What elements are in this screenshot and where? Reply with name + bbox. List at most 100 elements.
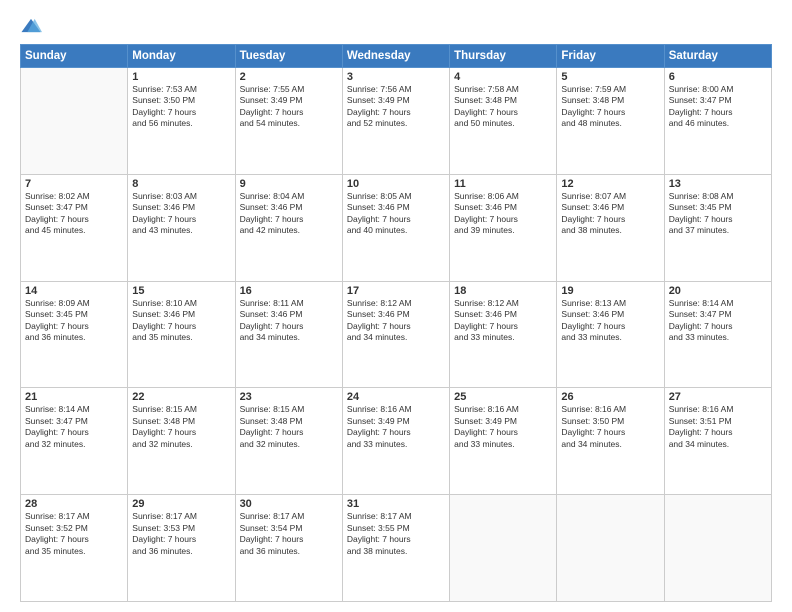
day-info: Sunrise: 8:17 AMSunset: 3:55 PMDaylight:… — [347, 511, 445, 557]
calendar-cell: 11Sunrise: 8:06 AMSunset: 3:46 PMDayligh… — [450, 174, 557, 281]
calendar-week-row: 7Sunrise: 8:02 AMSunset: 3:47 PMDaylight… — [21, 174, 772, 281]
day-number: 5 — [561, 71, 659, 83]
calendar-cell: 22Sunrise: 8:15 AMSunset: 3:48 PMDayligh… — [128, 388, 235, 495]
day-number: 29 — [132, 498, 230, 510]
calendar-header-thursday: Thursday — [450, 45, 557, 68]
day-info: Sunrise: 8:14 AMSunset: 3:47 PMDaylight:… — [25, 404, 123, 450]
calendar-week-row: 1Sunrise: 7:53 AMSunset: 3:50 PMDaylight… — [21, 68, 772, 175]
day-number: 26 — [561, 391, 659, 403]
day-number: 13 — [669, 178, 767, 190]
day-number: 10 — [347, 178, 445, 190]
day-number: 9 — [240, 178, 338, 190]
day-info: Sunrise: 8:16 AMSunset: 3:49 PMDaylight:… — [454, 404, 552, 450]
calendar-week-row: 14Sunrise: 8:09 AMSunset: 3:45 PMDayligh… — [21, 281, 772, 388]
calendar-header-monday: Monday — [128, 45, 235, 68]
calendar-header-sunday: Sunday — [21, 45, 128, 68]
day-info: Sunrise: 8:16 AMSunset: 3:50 PMDaylight:… — [561, 404, 659, 450]
day-info: Sunrise: 8:03 AMSunset: 3:46 PMDaylight:… — [132, 191, 230, 237]
calendar-header-saturday: Saturday — [664, 45, 771, 68]
calendar-cell: 19Sunrise: 8:13 AMSunset: 3:46 PMDayligh… — [557, 281, 664, 388]
day-number: 25 — [454, 391, 552, 403]
day-info: Sunrise: 8:10 AMSunset: 3:46 PMDaylight:… — [132, 298, 230, 344]
day-number: 20 — [669, 285, 767, 297]
calendar-header-friday: Friday — [557, 45, 664, 68]
calendar-cell: 25Sunrise: 8:16 AMSunset: 3:49 PMDayligh… — [450, 388, 557, 495]
day-info: Sunrise: 8:00 AMSunset: 3:47 PMDaylight:… — [669, 84, 767, 130]
day-info: Sunrise: 7:55 AMSunset: 3:49 PMDaylight:… — [240, 84, 338, 130]
day-number: 21 — [25, 391, 123, 403]
day-number: 12 — [561, 178, 659, 190]
calendar-cell: 14Sunrise: 8:09 AMSunset: 3:45 PMDayligh… — [21, 281, 128, 388]
calendar-cell: 24Sunrise: 8:16 AMSunset: 3:49 PMDayligh… — [342, 388, 449, 495]
calendar-week-row: 21Sunrise: 8:14 AMSunset: 3:47 PMDayligh… — [21, 388, 772, 495]
calendar-cell: 16Sunrise: 8:11 AMSunset: 3:46 PMDayligh… — [235, 281, 342, 388]
day-number: 16 — [240, 285, 338, 297]
day-number: 22 — [132, 391, 230, 403]
calendar-cell: 30Sunrise: 8:17 AMSunset: 3:54 PMDayligh… — [235, 495, 342, 602]
day-number: 17 — [347, 285, 445, 297]
calendar-cell: 13Sunrise: 8:08 AMSunset: 3:45 PMDayligh… — [664, 174, 771, 281]
calendar-header-tuesday: Tuesday — [235, 45, 342, 68]
day-info: Sunrise: 8:16 AMSunset: 3:49 PMDaylight:… — [347, 404, 445, 450]
calendar-week-row: 28Sunrise: 8:17 AMSunset: 3:52 PMDayligh… — [21, 495, 772, 602]
calendar-cell: 20Sunrise: 8:14 AMSunset: 3:47 PMDayligh… — [664, 281, 771, 388]
calendar-cell: 28Sunrise: 8:17 AMSunset: 3:52 PMDayligh… — [21, 495, 128, 602]
calendar-cell: 8Sunrise: 8:03 AMSunset: 3:46 PMDaylight… — [128, 174, 235, 281]
day-info: Sunrise: 7:59 AMSunset: 3:48 PMDaylight:… — [561, 84, 659, 130]
calendar-cell — [557, 495, 664, 602]
day-number: 31 — [347, 498, 445, 510]
logo-icon — [20, 16, 42, 38]
calendar-cell: 15Sunrise: 8:10 AMSunset: 3:46 PMDayligh… — [128, 281, 235, 388]
calendar-cell — [450, 495, 557, 602]
day-info: Sunrise: 8:17 AMSunset: 3:52 PMDaylight:… — [25, 511, 123, 557]
calendar-cell: 4Sunrise: 7:58 AMSunset: 3:48 PMDaylight… — [450, 68, 557, 175]
day-info: Sunrise: 8:12 AMSunset: 3:46 PMDaylight:… — [347, 298, 445, 344]
day-info: Sunrise: 8:11 AMSunset: 3:46 PMDaylight:… — [240, 298, 338, 344]
calendar-cell — [664, 495, 771, 602]
logo — [20, 18, 44, 38]
day-number: 18 — [454, 285, 552, 297]
day-info: Sunrise: 7:56 AMSunset: 3:49 PMDaylight:… — [347, 84, 445, 130]
calendar-cell: 26Sunrise: 8:16 AMSunset: 3:50 PMDayligh… — [557, 388, 664, 495]
day-number: 28 — [25, 498, 123, 510]
calendar-cell: 6Sunrise: 8:00 AMSunset: 3:47 PMDaylight… — [664, 68, 771, 175]
day-info: Sunrise: 8:12 AMSunset: 3:46 PMDaylight:… — [454, 298, 552, 344]
calendar-header-row: SundayMondayTuesdayWednesdayThursdayFrid… — [21, 45, 772, 68]
day-info: Sunrise: 8:17 AMSunset: 3:54 PMDaylight:… — [240, 511, 338, 557]
day-number: 11 — [454, 178, 552, 190]
calendar-cell: 12Sunrise: 8:07 AMSunset: 3:46 PMDayligh… — [557, 174, 664, 281]
day-number: 23 — [240, 391, 338, 403]
day-number: 8 — [132, 178, 230, 190]
day-info: Sunrise: 7:58 AMSunset: 3:48 PMDaylight:… — [454, 84, 552, 130]
day-number: 24 — [347, 391, 445, 403]
day-info: Sunrise: 8:08 AMSunset: 3:45 PMDaylight:… — [669, 191, 767, 237]
calendar-cell: 2Sunrise: 7:55 AMSunset: 3:49 PMDaylight… — [235, 68, 342, 175]
day-info: Sunrise: 8:14 AMSunset: 3:47 PMDaylight:… — [669, 298, 767, 344]
day-number: 19 — [561, 285, 659, 297]
day-number: 14 — [25, 285, 123, 297]
day-info: Sunrise: 8:02 AMSunset: 3:47 PMDaylight:… — [25, 191, 123, 237]
day-info: Sunrise: 8:06 AMSunset: 3:46 PMDaylight:… — [454, 191, 552, 237]
day-number: 6 — [669, 71, 767, 83]
day-info: Sunrise: 8:05 AMSunset: 3:46 PMDaylight:… — [347, 191, 445, 237]
day-number: 30 — [240, 498, 338, 510]
day-info: Sunrise: 8:17 AMSunset: 3:53 PMDaylight:… — [132, 511, 230, 557]
calendar-cell: 29Sunrise: 8:17 AMSunset: 3:53 PMDayligh… — [128, 495, 235, 602]
calendar-cell: 23Sunrise: 8:15 AMSunset: 3:48 PMDayligh… — [235, 388, 342, 495]
calendar-cell: 7Sunrise: 8:02 AMSunset: 3:47 PMDaylight… — [21, 174, 128, 281]
calendar-cell: 5Sunrise: 7:59 AMSunset: 3:48 PMDaylight… — [557, 68, 664, 175]
calendar-cell: 31Sunrise: 8:17 AMSunset: 3:55 PMDayligh… — [342, 495, 449, 602]
day-number: 27 — [669, 391, 767, 403]
day-info: Sunrise: 8:09 AMSunset: 3:45 PMDaylight:… — [25, 298, 123, 344]
day-info: Sunrise: 8:15 AMSunset: 3:48 PMDaylight:… — [132, 404, 230, 450]
calendar-cell: 17Sunrise: 8:12 AMSunset: 3:46 PMDayligh… — [342, 281, 449, 388]
day-number: 1 — [132, 71, 230, 83]
calendar-cell: 1Sunrise: 7:53 AMSunset: 3:50 PMDaylight… — [128, 68, 235, 175]
calendar-cell: 21Sunrise: 8:14 AMSunset: 3:47 PMDayligh… — [21, 388, 128, 495]
calendar-cell — [21, 68, 128, 175]
calendar-cell: 9Sunrise: 8:04 AMSunset: 3:46 PMDaylight… — [235, 174, 342, 281]
calendar-cell: 18Sunrise: 8:12 AMSunset: 3:46 PMDayligh… — [450, 281, 557, 388]
page: SundayMondayTuesdayWednesdayThursdayFrid… — [0, 0, 792, 612]
day-info: Sunrise: 8:04 AMSunset: 3:46 PMDaylight:… — [240, 191, 338, 237]
day-info: Sunrise: 7:53 AMSunset: 3:50 PMDaylight:… — [132, 84, 230, 130]
